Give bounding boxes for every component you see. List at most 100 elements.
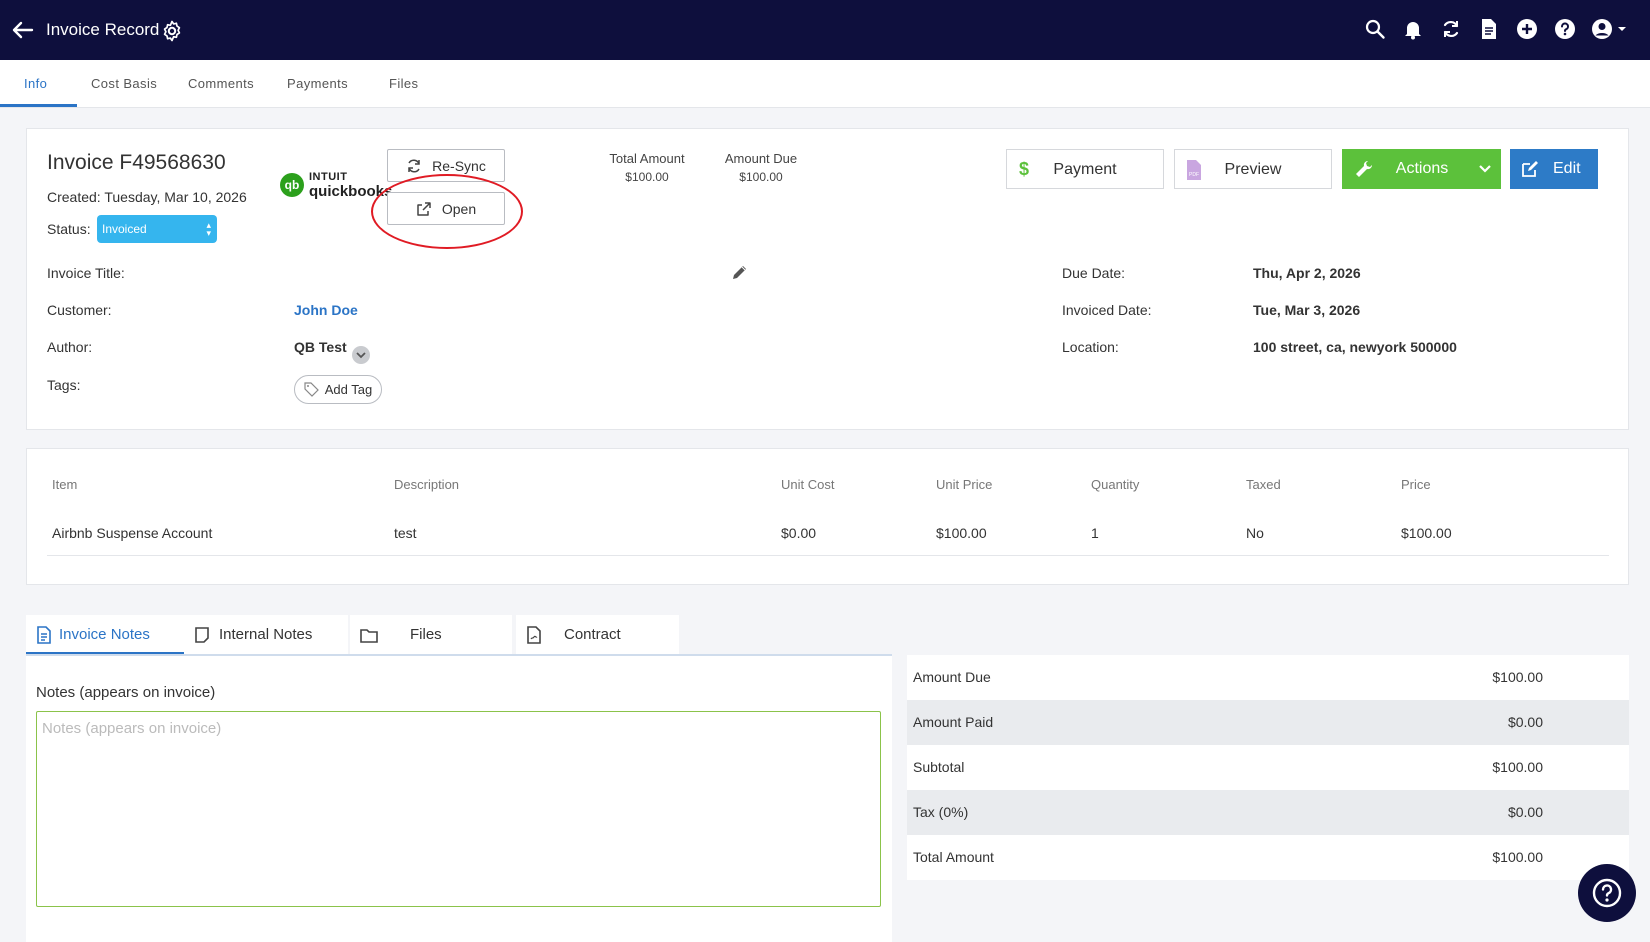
tab-internal-notes-label: Internal Notes bbox=[219, 626, 313, 643]
bell-icon[interactable] bbox=[1400, 16, 1426, 42]
column-header-price: Price bbox=[1401, 477, 1431, 492]
active-tab-indicator bbox=[0, 104, 77, 107]
totals-summary: Amount Due $100.00 Amount Paid $0.00 Sub… bbox=[907, 655, 1629, 880]
search-icon[interactable] bbox=[1362, 16, 1388, 42]
row-divider bbox=[47, 555, 1609, 556]
tab-files[interactable]: Files bbox=[389, 76, 418, 91]
totals-value: $100.00 bbox=[1492, 669, 1543, 685]
totals-value: $0.00 bbox=[1507, 714, 1543, 730]
tab-internal-notes[interactable]: Internal Notes bbox=[184, 615, 348, 655]
add-tag-label: Add Tag bbox=[324, 382, 373, 397]
tab-notes-files[interactable]: Files bbox=[350, 615, 512, 655]
payment-button[interactable]: $ Payment bbox=[1006, 149, 1164, 189]
invoice-header-card: Invoice F49568630 Created: Tuesday, Mar … bbox=[26, 128, 1629, 430]
column-header-unit-price: Unit Price bbox=[936, 477, 993, 492]
total-amount-value: $100.00 bbox=[625, 170, 669, 184]
tab-comments[interactable]: Comments bbox=[188, 76, 254, 91]
total-amount-label: Total Amount bbox=[609, 151, 685, 166]
gear-icon[interactable] bbox=[160, 19, 184, 43]
totals-row: Amount Paid $0.00 bbox=[907, 700, 1629, 745]
totals-label: Total Amount bbox=[913, 849, 994, 865]
column-header-unit-cost: Unit Cost bbox=[781, 477, 835, 492]
chevron-down-icon[interactable] bbox=[1477, 161, 1493, 182]
qb-logo-line1: INTUIT bbox=[309, 171, 348, 183]
totals-label: Subtotal bbox=[913, 759, 965, 775]
totals-label: Amount Due bbox=[913, 669, 991, 685]
invoice-notes-input[interactable] bbox=[36, 711, 881, 907]
tab-contract[interactable]: Contract bbox=[516, 615, 679, 655]
column-header-description: Description bbox=[394, 477, 460, 492]
author-label: Author: bbox=[47, 339, 93, 355]
sync-icon[interactable] bbox=[1438, 16, 1464, 42]
edit-icon bbox=[1520, 159, 1540, 184]
back-arrow-icon[interactable] bbox=[10, 17, 36, 43]
totals-value: $0.00 bbox=[1507, 804, 1543, 820]
tab-payments[interactable]: Payments bbox=[287, 76, 348, 91]
quickbooks-icon: qb bbox=[280, 173, 304, 197]
invoiced-date-label: Invoiced Date: bbox=[1062, 302, 1152, 318]
status-label: Status: bbox=[47, 221, 91, 237]
cell-quantity: 1 bbox=[1091, 525, 1099, 541]
sync-icon bbox=[408, 158, 420, 173]
cell-description: test bbox=[394, 525, 417, 541]
created-date: Created: Tuesday, Mar 10, 2026 bbox=[47, 189, 247, 205]
svg-text:qb: qb bbox=[285, 178, 300, 192]
items-table: Item Description Unit Cost Unit Price Qu… bbox=[26, 448, 1629, 585]
tag-icon bbox=[304, 382, 319, 397]
notes-title: Notes (appears on invoice) bbox=[36, 684, 216, 701]
cell-unit-price: $100.00 bbox=[936, 525, 987, 541]
tab-invoice-notes-label: Invoice Notes bbox=[59, 626, 150, 643]
totals-row: Subtotal $100.00 bbox=[907, 745, 1629, 790]
totals-value: $100.00 bbox=[1492, 759, 1543, 775]
customer-link[interactable]: John Doe bbox=[294, 302, 358, 318]
totals-value: $100.00 bbox=[1492, 849, 1543, 865]
help-chat-button[interactable] bbox=[1578, 864, 1636, 922]
tab-cost-basis[interactable]: Cost Basis bbox=[91, 76, 157, 91]
cell-taxed: No bbox=[1246, 525, 1264, 541]
due-date-value: Thu, Apr 2, 2026 bbox=[1253, 265, 1361, 281]
help-circle-icon[interactable] bbox=[1552, 16, 1578, 42]
tab-notes-files-label: Files bbox=[410, 626, 442, 643]
due-date-label: Due Date: bbox=[1062, 265, 1126, 281]
quickbooks-logo: qb INTUIT quickbooks bbox=[279, 169, 392, 201]
actions-button[interactable]: Actions bbox=[1342, 149, 1501, 189]
location-value: 100 street, ca, newyork 500000 bbox=[1253, 339, 1457, 355]
top-bar: Invoice Record bbox=[0, 0, 1650, 60]
location-label: Location: bbox=[1062, 339, 1119, 355]
payment-label: Payment bbox=[1053, 161, 1117, 178]
tags-label: Tags: bbox=[47, 377, 81, 393]
amount-due-summary: Amount Due $100.00 bbox=[711, 149, 811, 187]
add-tag-button[interactable]: Add Tag bbox=[294, 375, 382, 404]
notes-tabs: Invoice Notes Internal Notes Files Contr… bbox=[26, 615, 892, 655]
plus-circle-icon[interactable] bbox=[1514, 16, 1540, 42]
status-select[interactable]: Invoiced ▴ ▾ bbox=[97, 215, 217, 243]
select-arrows-icon: ▴ ▾ bbox=[206, 220, 211, 238]
invoiced-date-value: Tue, Mar 3, 2026 bbox=[1253, 302, 1361, 318]
cell-item: Airbnb Suspense Account bbox=[52, 525, 213, 541]
tab-bar: Info Cost Basis Comments Payments Files bbox=[0, 60, 1650, 108]
tab-info[interactable]: Info bbox=[24, 76, 47, 91]
tab-invoice-notes[interactable]: Invoice Notes bbox=[26, 615, 184, 655]
amount-due-value: $100.00 bbox=[739, 170, 783, 184]
author-dropdown-icon[interactable] bbox=[352, 346, 370, 364]
column-header-taxed: Taxed bbox=[1246, 477, 1281, 492]
notes-panel: Notes (appears on invoice) bbox=[26, 656, 892, 942]
total-amount-summary: Total Amount $100.00 bbox=[589, 149, 705, 187]
cell-price: $100.00 bbox=[1401, 525, 1452, 541]
totals-row: Amount Due $100.00 bbox=[907, 655, 1629, 700]
contract-icon bbox=[526, 626, 542, 644]
user-menu-icon[interactable] bbox=[1590, 16, 1630, 42]
preview-label: Preview bbox=[1224, 161, 1282, 178]
invoice-title-label: Invoice Title: bbox=[47, 265, 125, 281]
status-value: Invoiced bbox=[102, 222, 147, 236]
totals-row: Total Amount $100.00 bbox=[907, 835, 1629, 880]
edit-button[interactable]: Edit bbox=[1510, 149, 1598, 189]
pencil-icon[interactable] bbox=[731, 263, 749, 281]
column-header-quantity: Quantity bbox=[1091, 477, 1140, 492]
column-header-item: Item bbox=[52, 477, 78, 492]
tab-contract-label: Contract bbox=[564, 626, 621, 643]
annotation-circle bbox=[371, 174, 523, 249]
preview-button[interactable]: PDF Preview bbox=[1174, 149, 1332, 189]
author-value: QB Test bbox=[294, 339, 347, 355]
document-icon[interactable] bbox=[1476, 16, 1502, 42]
